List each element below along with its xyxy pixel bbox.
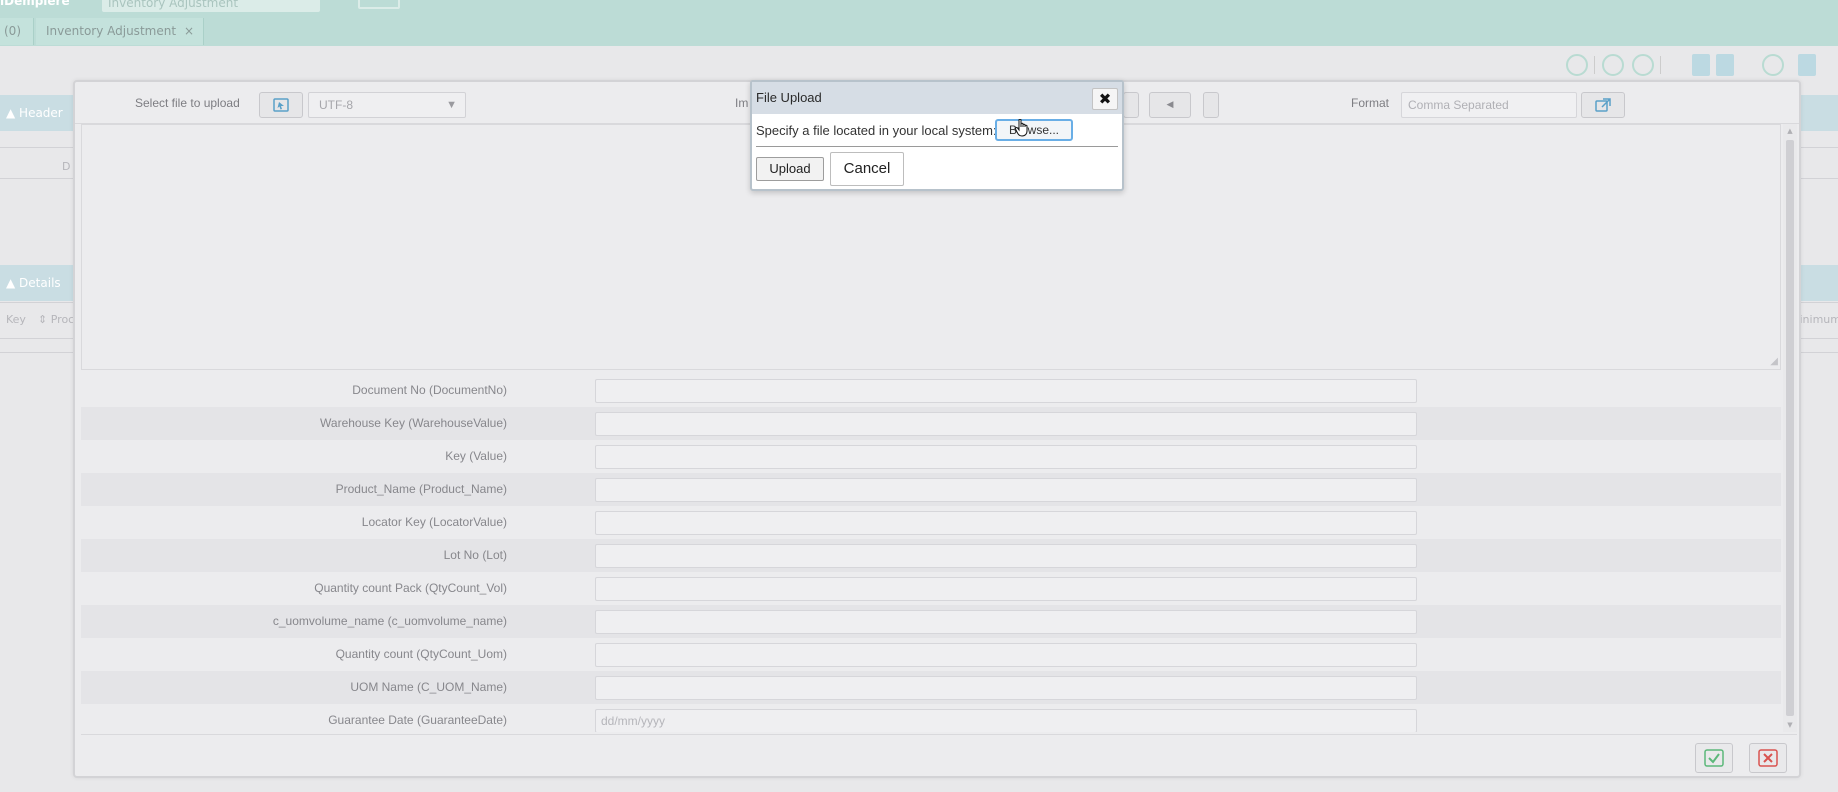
file-upload-header: File Upload ✖ [752,82,1122,114]
field-row: Quantity count (QtyCount_Uom) [81,638,1781,671]
field-input[interactable] [595,643,1417,667]
field-label: Guarantee Date (GuaranteeDate) [328,713,507,727]
format-label: Format [1351,96,1390,110]
field-input[interactable] [595,379,1417,403]
ok-button[interactable] [1695,743,1733,773]
format-field[interactable]: Comma Separated [1401,92,1577,118]
save-icon[interactable] [1692,54,1710,76]
field-label: Key (Value) [445,449,507,463]
field-label: Document No (DocumentNo) [352,383,507,397]
app-logo: iDempiere [0,0,70,8]
field-label: Locator Key (LocatorValue) [361,515,507,529]
dialog-title: File Upload [756,90,822,105]
delete-icon[interactable] [1798,54,1816,76]
field-row: Product_Name (Product_Name) [81,473,1781,506]
resize-grip-icon[interactable]: ◢ [1770,356,1778,367]
field-input[interactable] [595,412,1417,436]
keyboard-shortcut-icon[interactable] [358,0,400,9]
window-toolbar [1550,50,1838,80]
field-row: UOM Name (C_UOM_Name) [81,671,1781,704]
cancel-button[interactable]: Cancel [830,152,904,186]
details-col-product-label: Proc [50,313,75,326]
upload-button[interactable]: Upload [756,157,824,181]
browse-button[interactable]: Browse... [995,119,1073,141]
field-input[interactable] [595,676,1417,700]
close-icon [1758,749,1778,767]
divider [756,146,1118,147]
field-row: Locator Key (LocatorValue) [81,506,1781,539]
select-file-label: Select file to upload [135,96,240,110]
window-tabs: (0) Inventory Adjustment × [0,17,1838,46]
select-file-button[interactable] [259,92,303,118]
field-row: Lot No (Lot) [81,539,1781,572]
field-input[interactable] [595,478,1417,502]
format-open-button[interactable] [1581,92,1625,118]
charset-select[interactable]: UTF-8 ▼ [308,92,466,118]
field-row: Warehouse Key (WarehouseValue) [81,407,1781,440]
check-icon [1704,749,1724,767]
column-mapping-list: Document No (DocumentNo) Warehouse Key (… [81,374,1781,732]
field-row: Quantity count Pack (QtyCount_Vol) [81,572,1781,605]
close-icon[interactable]: ✖ [1092,88,1118,110]
field-label: UOM Name (C_UOM_Name) [350,680,507,694]
vertical-scrollbar[interactable]: ▲ ▼ [1783,124,1797,732]
chevron-down-icon: ▼ [446,99,457,111]
upload-instruction: Specify a file located in your local sys… [756,123,997,138]
scroll-down-icon[interactable]: ▼ [1783,721,1797,729]
scroll-up-icon[interactable]: ▲ [1783,127,1797,135]
details-col-key[interactable]: Key [6,313,26,326]
upload-file-icon [273,98,289,112]
tab-close-icon[interactable]: × [184,24,194,38]
tab-home-label: (0) [4,24,21,38]
field-label: Quantity count (QtyCount_Uom) [335,647,507,661]
tab-home[interactable]: (0) [0,18,34,45]
scrollbar-thumb[interactable] [1786,140,1794,716]
next-button-edge[interactable] [1203,92,1219,118]
field-row: Document No (DocumentNo) [81,374,1781,407]
details-section-label: Details [19,276,61,290]
field-label: c_uomvolume_name (c_uomvolume_name) [272,614,507,628]
refresh-icon[interactable] [1762,54,1784,76]
field-label: Lot No (Lot) [443,548,507,562]
field-row: c_uomvolume_name (c_uomvolume_name) [81,605,1781,638]
template-dropdown-edge[interactable] [1123,92,1139,118]
field-label: Product_Name (Product_Name) [335,482,507,496]
header-field-fragment: D [62,160,71,173]
undo-icon[interactable] [1716,54,1734,76]
previous-button[interactable]: ◀ [1149,92,1191,118]
field-input[interactable] [595,445,1417,469]
field-input[interactable] [595,577,1417,601]
field-input[interactable] [595,610,1417,634]
caret-left-icon: ◀ [1166,100,1174,110]
hand-cursor-icon [1015,119,1028,137]
back-icon[interactable] [1566,54,1588,76]
tab-inventory-adjustment[interactable]: Inventory Adjustment × [36,18,204,45]
open-external-icon [1595,98,1611,112]
field-label: Warehouse Key (WarehouseValue) [320,416,507,430]
copy-icon[interactable] [1632,54,1654,76]
field-input[interactable] [595,511,1417,535]
dialog-footer [81,734,1797,776]
field-row: Guarantee Date (GuaranteeDate) dd/mm/yyy… [81,704,1781,732]
file-upload-dialog: File Upload ✖ Specify a file located in … [750,80,1124,191]
new-record-icon[interactable] [1602,54,1624,76]
header-section-label: Header [19,106,63,120]
field-input[interactable] [595,544,1417,568]
global-search-input[interactable]: Inventory Adjustment [102,0,320,12]
charset-value: UTF-8 [319,98,353,112]
details-col-product[interactable]: ⇕ Proc [38,313,74,326]
cancel-dialog-button[interactable] [1749,743,1787,773]
tab-label: Inventory Adjustment [46,24,177,38]
field-label: Quantity count Pack (QtyCount_Vol) [314,581,507,595]
guarantee-date-input[interactable]: dd/mm/yyyy [595,709,1417,732]
field-row: Key (Value) [81,440,1781,473]
import-template-label: Im [735,96,749,110]
